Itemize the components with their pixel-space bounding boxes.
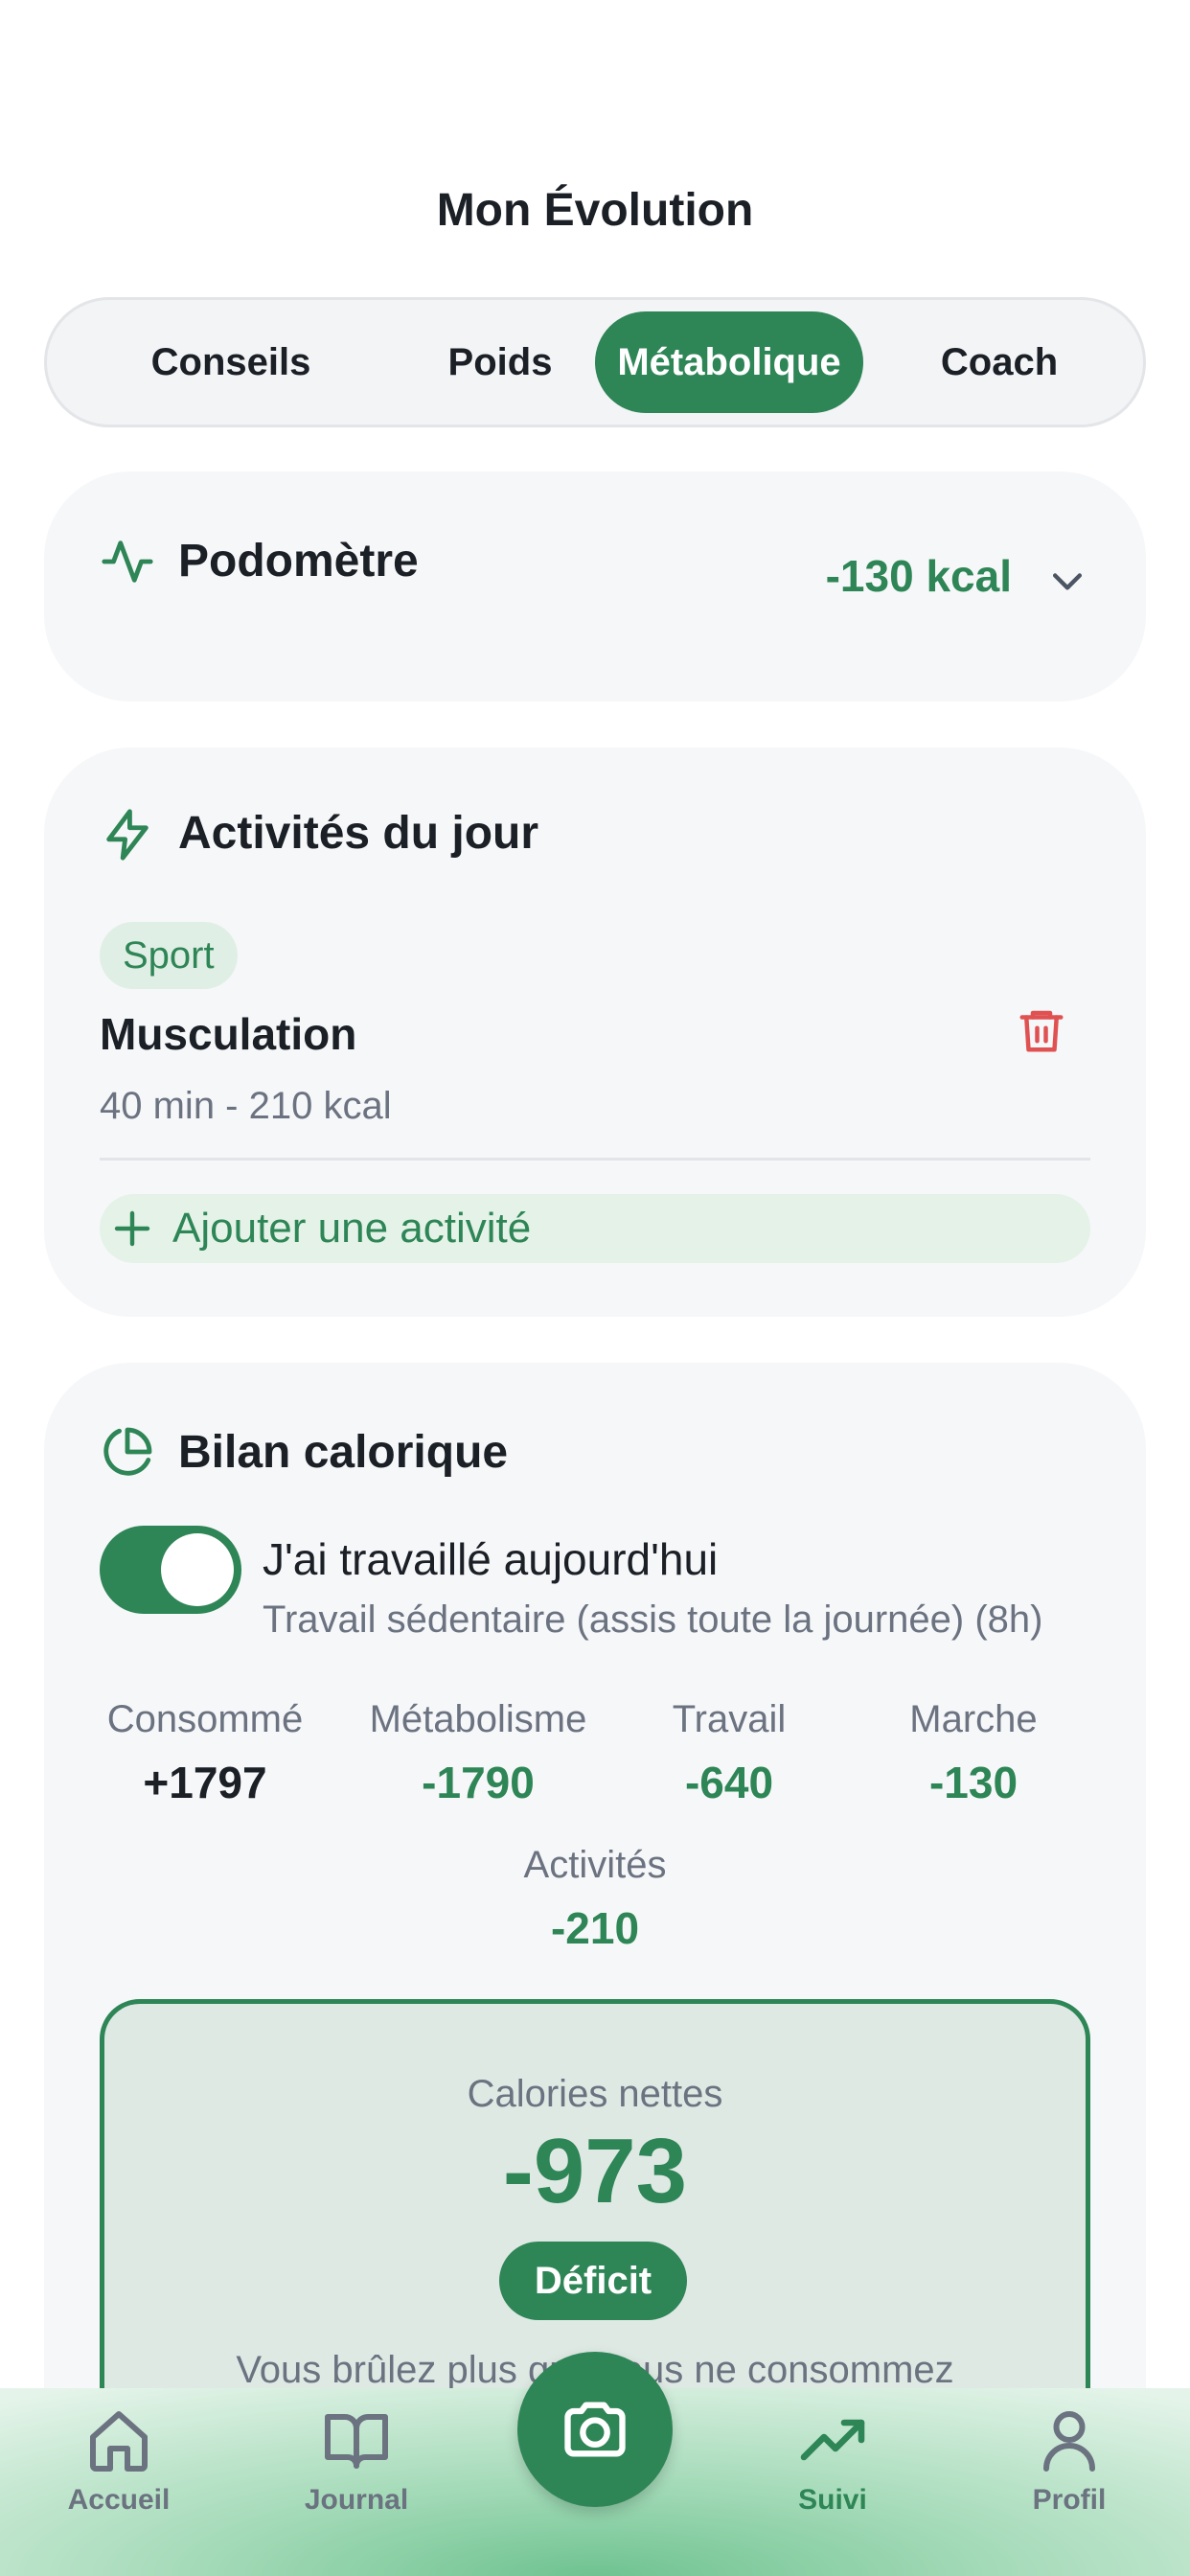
status-badge: Déficit xyxy=(499,2242,687,2320)
stat-walking: Marche -130 xyxy=(878,1698,1069,1808)
stat-label: Activités xyxy=(523,1844,667,1886)
tab-coach[interactable]: Coach xyxy=(865,311,1133,413)
work-toggle-label: J'ai travaillé aujourd'hui xyxy=(263,1534,719,1584)
activity-category-badge: Sport xyxy=(100,922,238,989)
divider xyxy=(100,1158,1090,1161)
toggle-knob xyxy=(161,1533,234,1606)
add-activity-button[interactable]: Ajouter une activité xyxy=(100,1194,1090,1263)
app-screen: Mon Évolution Conseils Poids Métabolique… xyxy=(0,0,1190,2576)
user-icon xyxy=(1043,2411,1095,2472)
activities-card: Activités du jour Sport Musculation 40 m… xyxy=(44,748,1146,1317)
stat-consumed: Consommé +1797 xyxy=(100,1698,310,1808)
stat-label: Marche xyxy=(909,1698,1038,1740)
nav-label: Journal xyxy=(304,2484,409,2516)
net-calories-label: Calories nettes xyxy=(467,2073,723,2115)
nav-suivi[interactable]: Suivi xyxy=(737,2405,928,2568)
balance-title: Bilan calorique xyxy=(178,1427,509,1478)
activities-title: Activités du jour xyxy=(178,808,539,859)
stat-activities: Activités -210 xyxy=(490,1844,700,1954)
tab-poids[interactable]: Poids xyxy=(366,311,634,413)
nav-label: Accueil xyxy=(67,2484,171,2516)
stat-value: +1797 xyxy=(143,1758,267,1807)
chevron-down-icon[interactable] xyxy=(1046,560,1088,602)
stat-label: Métabolisme xyxy=(369,1698,587,1740)
stat-value: -130 xyxy=(928,1758,1018,1807)
trending-up-icon xyxy=(800,2419,865,2461)
nav-accueil[interactable]: Accueil xyxy=(23,2405,215,2568)
nav-profil[interactable]: Profil xyxy=(973,2405,1165,2568)
book-icon xyxy=(325,2414,388,2469)
segmented-tabs: Conseils Poids Métabolique Coach xyxy=(44,297,1146,427)
stat-value: -1790 xyxy=(422,1758,535,1807)
stat-label: Consommé xyxy=(106,1698,304,1740)
tab-metabolique[interactable]: Métabolique xyxy=(595,311,863,413)
nav-label: Suivi xyxy=(798,2484,867,2516)
work-toggle[interactable] xyxy=(100,1526,241,1614)
trash-icon[interactable] xyxy=(1016,1004,1067,1056)
pie-chart-icon xyxy=(103,1427,152,1476)
home-icon xyxy=(90,2411,148,2472)
stat-value: -640 xyxy=(684,1758,774,1807)
plus-icon xyxy=(114,1210,150,1247)
net-calories-value: -973 xyxy=(502,2120,688,2222)
tab-conseils[interactable]: Conseils xyxy=(97,311,365,413)
nav-label: Profil xyxy=(1032,2484,1107,2516)
activity-pulse-icon xyxy=(102,540,153,583)
add-activity-label: Ajouter une activité xyxy=(172,1205,532,1252)
stat-work: Travail -640 xyxy=(643,1698,815,1808)
nav-journal[interactable]: Journal xyxy=(261,2405,452,2568)
activity-name: Musculation xyxy=(100,1009,357,1059)
pedometer-title: Podomètre xyxy=(178,536,419,586)
activity-details: 40 min - 210 kcal xyxy=(100,1085,392,1127)
lightning-icon xyxy=(106,809,149,861)
stat-label: Travail xyxy=(672,1698,787,1740)
page-title: Mon Évolution xyxy=(436,185,754,236)
stat-metabolism: Métabolisme -1790 xyxy=(349,1698,607,1808)
camera-icon xyxy=(564,2402,626,2457)
stat-value: -210 xyxy=(550,1903,640,1953)
pedometer-card[interactable]: Podomètre -130 kcal xyxy=(44,472,1146,702)
camera-button[interactable] xyxy=(517,2352,673,2507)
pedometer-kcal: -130 kcal xyxy=(825,551,1012,601)
work-toggle-detail: Travail sédentaire (assis toute la journ… xyxy=(263,1598,1043,1641)
